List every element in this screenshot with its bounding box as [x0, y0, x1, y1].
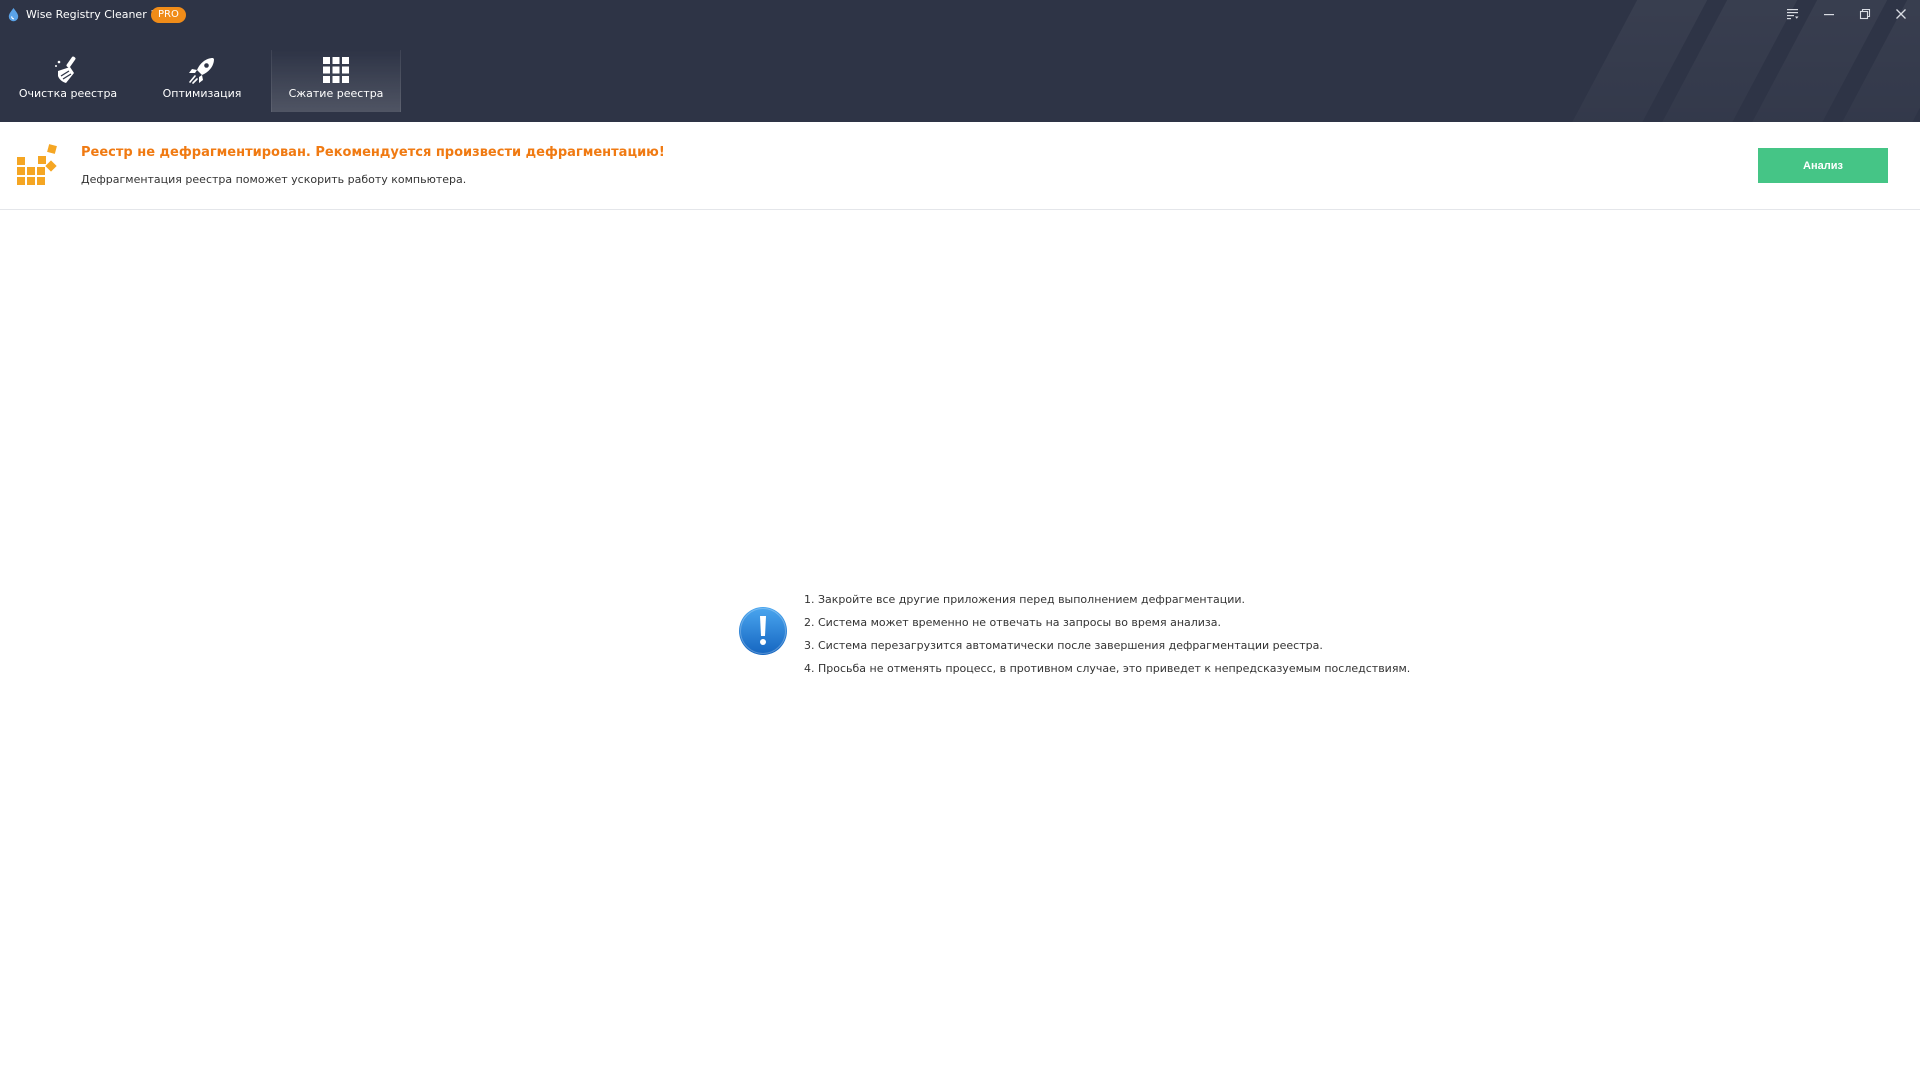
menu-icon — [1787, 9, 1799, 20]
tab-optimization[interactable]: Оптимизация — [137, 50, 267, 112]
list-item: 2. Система может временно не отвечать на… — [804, 616, 1222, 629]
minimize-button[interactable] — [1813, 2, 1845, 26]
app-title: Wise Registry Cleaner 11 — [26, 8, 165, 21]
status-title: Реестр не дефрагментирован. Рекомендуетс… — [81, 145, 665, 160]
status-panel: Реестр не дефрагментирован. Рекомендуетс… — [0, 122, 1920, 210]
tab-label: Оптимизация — [162, 87, 242, 100]
app-logo-icon — [8, 7, 19, 22]
exclamation-icon — [739, 607, 787, 655]
restore-button[interactable] — [1849, 2, 1881, 26]
info-block: 1. Закройте все другие приложения перед … — [738, 590, 1438, 680]
tab-registry-cleaner[interactable]: Очистка реестра — [3, 50, 133, 112]
close-icon — [1896, 9, 1906, 19]
defrag-blocks-icon — [17, 144, 57, 185]
list-item: 3. Система перезагрузится автоматически … — [804, 639, 1323, 652]
broom-icon — [55, 56, 76, 83]
title-bar[interactable]: Wise Registry Cleaner 11 PRO — [0, 0, 1920, 30]
minimize-icon — [1824, 14, 1834, 16]
tab-registry-defrag[interactable]: Сжатие реестра — [271, 50, 401, 112]
rocket-icon — [189, 58, 214, 84]
pro-badge: PRO — [151, 7, 186, 23]
app-header: Wise Registry Cleaner 11 PRO Очистка рее… — [0, 0, 1920, 122]
restore-icon — [1859, 8, 1871, 20]
analyze-button[interactable]: Анализ — [1758, 148, 1888, 183]
menu-button[interactable] — [1777, 2, 1809, 26]
list-item: 1. Закройте все другие приложения перед … — [804, 593, 1246, 606]
status-subtitle: Дефрагментация реестра поможет ускорить … — [81, 173, 467, 186]
tab-label: Сжатие реестра — [288, 87, 384, 100]
close-button[interactable] — [1885, 2, 1917, 26]
grid-icon — [323, 57, 349, 83]
info-list: 1. Закройте все другие приложения перед … — [804, 593, 1410, 685]
list-item: 4. Просьба не отменять процесс, в против… — [804, 662, 1411, 675]
tab-label: Очистка реестра — [18, 87, 118, 100]
